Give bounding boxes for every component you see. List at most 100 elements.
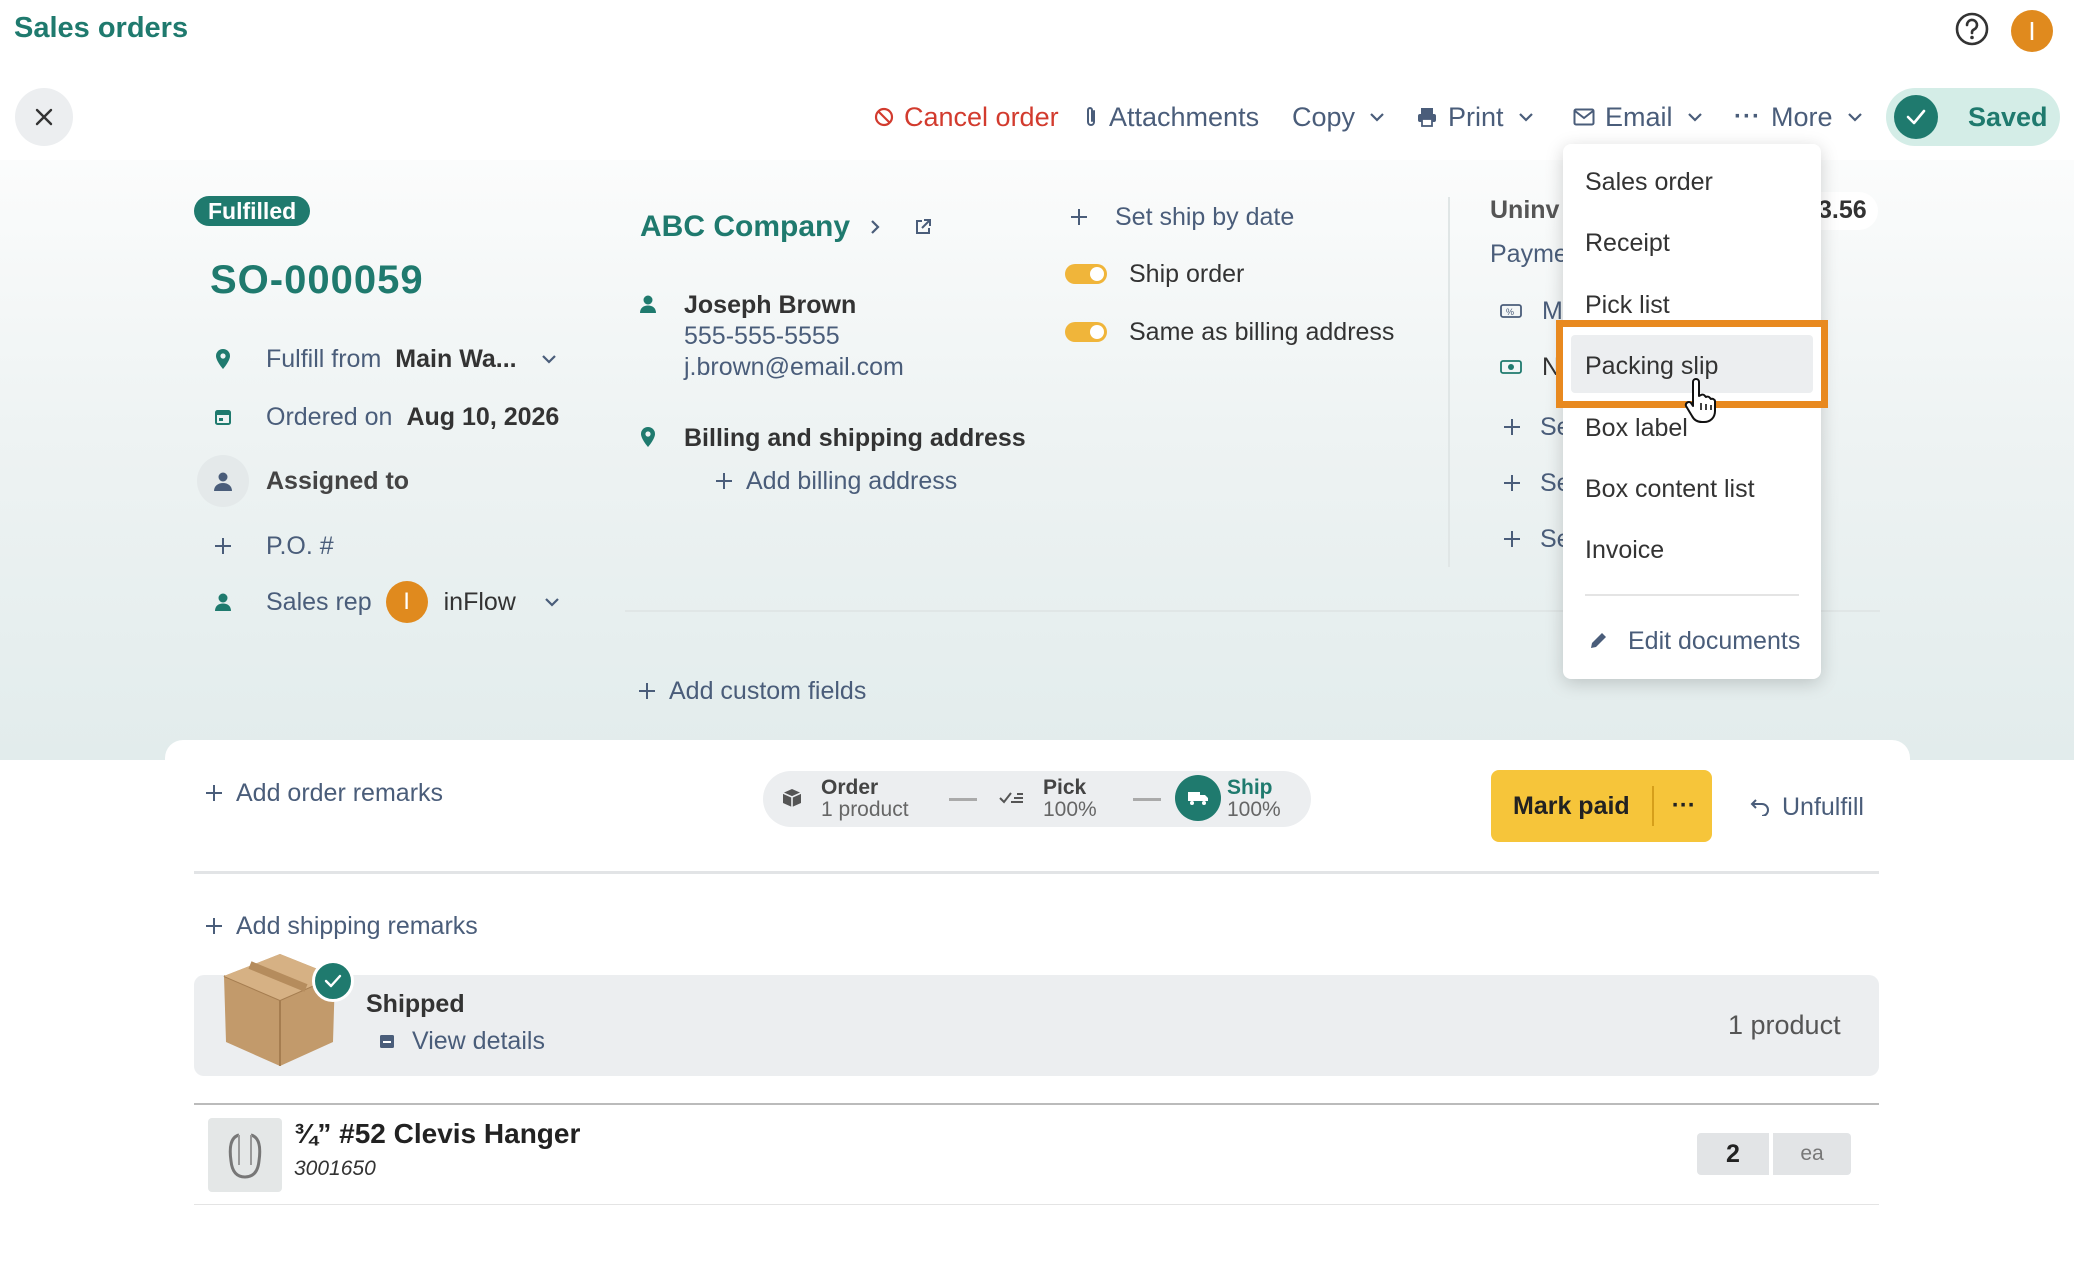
contact-email: j.brown@email.com	[684, 353, 904, 381]
po-number-row[interactable]: P.O. #	[209, 529, 348, 563]
more-button[interactable]: ··· More	[1734, 98, 1863, 136]
quantity-field[interactable]: 2	[1697, 1133, 1769, 1175]
chevron-down-icon	[1518, 113, 1533, 122]
sales-rep-row[interactable]: Sales rep I inFlow	[209, 581, 560, 623]
pencil-icon	[1591, 633, 1606, 648]
saved-button[interactable]: Saved	[1886, 88, 2060, 146]
print-button[interactable]: Print	[1416, 98, 1534, 136]
chevron-down-icon	[541, 355, 556, 364]
step-ship[interactable]: Ship 100%	[1227, 777, 1281, 821]
product-thumbnail	[208, 1118, 282, 1192]
more-label: More	[1770, 101, 1833, 132]
paperclip-icon	[1087, 107, 1095, 126]
check-icon	[312, 960, 354, 1002]
menu-item-receipt[interactable]: Receipt	[1585, 229, 1670, 258]
step-pick[interactable]: Pick 100%	[1043, 777, 1097, 821]
cash-icon	[1500, 360, 1522, 374]
same-as-billing-toggle-row[interactable]: Same as billing address	[1065, 315, 1394, 349]
help-icon[interactable]	[1954, 11, 1990, 47]
same-as-billing-toggle[interactable]	[1065, 322, 1107, 342]
email-label: Email	[1605, 101, 1673, 132]
contact-details: Joseph Brown 555-555-5555 j.brown@email.…	[684, 290, 904, 383]
shipment-status: Shipped	[366, 990, 465, 1018]
uninvoiced-amount: 3.56	[1818, 196, 1867, 224]
close-button[interactable]	[15, 88, 73, 146]
sales-rep-value: inFlow	[443, 587, 516, 616]
location-pin-icon	[640, 426, 656, 448]
step-pick-title: Pick	[1043, 776, 1087, 799]
add-custom-fields-button[interactable]: Add custom fields	[637, 674, 866, 708]
chevron-down-icon	[1847, 113, 1862, 122]
mark-paid-button[interactable]: Mark paid ···	[1491, 770, 1712, 842]
status-badge: Fulfilled	[194, 196, 311, 226]
plus-icon	[1504, 475, 1520, 491]
plus-icon	[639, 683, 655, 699]
pick-icon	[999, 789, 1025, 807]
sales-rep-label: Sales rep	[266, 587, 372, 616]
fulfill-from-row[interactable]: Fulfill from Main Wa...	[209, 342, 557, 376]
menu-item-box-label[interactable]: Box label	[1585, 414, 1688, 443]
payment-line-2[interactable]: N	[1500, 350, 1560, 384]
ship-order-toggle[interactable]	[1065, 264, 1107, 284]
attachments-button[interactable]: Attachments	[1083, 98, 1259, 136]
plus-icon	[1504, 531, 1520, 547]
plus-icon	[206, 918, 222, 934]
sales-rep-avatar: I	[385, 581, 428, 623]
chevron-down-icon	[1687, 113, 1702, 122]
unfulfill-button[interactable]: Unfulfill	[1750, 790, 1864, 824]
set-button-1[interactable]: Se	[1502, 410, 1571, 444]
set-ship-date-button[interactable]: Set ship by date	[1069, 200, 1294, 234]
chevron-down-icon	[1370, 113, 1384, 122]
add-order-remarks-button[interactable]: Add order remarks	[204, 776, 443, 810]
add-billing-label: Add billing address	[746, 466, 958, 495]
close-icon	[35, 108, 53, 126]
menu-divider	[1585, 594, 1799, 596]
fulfill-from-value: Main Wa...	[395, 344, 517, 373]
edit-documents-button[interactable]: Edit documents	[1588, 624, 1800, 658]
button-separator	[1651, 786, 1654, 826]
menu-item-invoice[interactable]: Invoice	[1585, 536, 1664, 565]
assignee-icon	[197, 455, 249, 507]
edit-documents-label: Edit documents	[1628, 626, 1801, 655]
unit-of-measure[interactable]: ea	[1773, 1133, 1851, 1175]
plus-icon	[1071, 209, 1087, 225]
email-button[interactable]: Email	[1573, 98, 1703, 136]
external-link-icon	[916, 219, 932, 234]
step-pick-sub: 100%	[1043, 798, 1097, 821]
ship-order-toggle-row[interactable]: Ship order	[1065, 257, 1244, 291]
chevron-down-icon	[545, 598, 559, 607]
check-icon	[1894, 95, 1938, 139]
add-billing-address-button[interactable]: Add billing address	[714, 464, 957, 498]
ship-order-label: Ship order	[1129, 259, 1245, 288]
view-details-link[interactable]: View details	[378, 1024, 545, 1058]
cancel-order-button[interactable]: Cancel order	[874, 98, 1059, 136]
plus-icon	[716, 473, 732, 489]
divider	[194, 1103, 1879, 1105]
ellipsis-icon: ···	[1734, 103, 1761, 130]
add-shipping-remarks-button[interactable]: Add shipping remarks	[204, 909, 478, 943]
menu-item-pick-list[interactable]: Pick list	[1585, 291, 1670, 320]
product-name[interactable]: ¾” #52 Clevis Hanger	[294, 1118, 580, 1150]
step-ship-title: Ship	[1227, 776, 1273, 799]
user-avatar[interactable]: I	[2011, 10, 2053, 52]
set-button-2[interactable]: Se	[1502, 466, 1571, 500]
menu-item-box-content-list[interactable]: Box content list	[1585, 475, 1755, 504]
ordered-on-row[interactable]: Ordered on Aug 10, 2026	[209, 400, 559, 434]
fulfill-from-label: Fulfill from	[266, 344, 382, 373]
shipment-product-count: 1 product	[1728, 1010, 1841, 1040]
mark-paid-more-button[interactable]: ···	[1672, 792, 1696, 820]
assigned-to-row[interactable]: Assigned to	[197, 455, 410, 507]
copy-button[interactable]: Copy	[1292, 98, 1385, 136]
divider	[194, 871, 1879, 874]
mark-paid-label: Mark paid	[1513, 791, 1630, 820]
customer-company[interactable]: ABC Company	[640, 210, 932, 244]
discount-icon: %	[1500, 304, 1522, 318]
envelope-icon	[1573, 108, 1595, 126]
assigned-to-label: Assigned to	[266, 466, 410, 495]
step-connector	[949, 798, 977, 801]
set-button-3[interactable]: Se	[1502, 522, 1571, 556]
payment-line-1[interactable]: % M	[1500, 294, 1563, 328]
menu-item-sales-order[interactable]: Sales order	[1585, 168, 1713, 197]
step-order[interactable]: Order 1 product	[821, 777, 909, 821]
payment-link[interactable]: Payme	[1490, 240, 1568, 269]
